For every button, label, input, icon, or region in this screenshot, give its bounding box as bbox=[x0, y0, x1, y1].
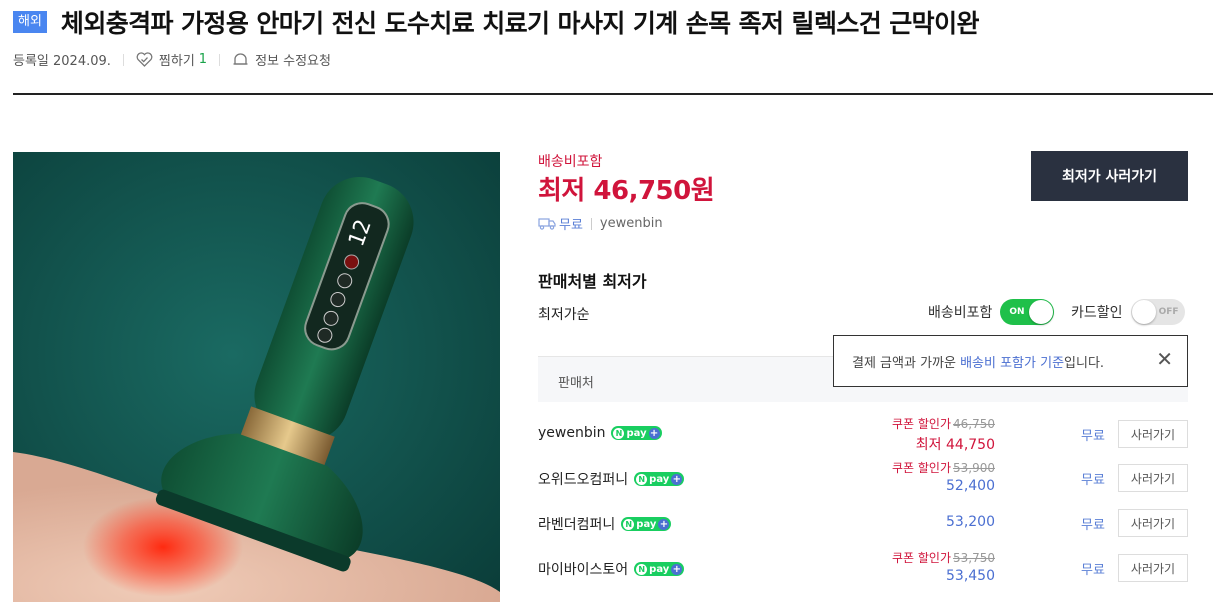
shipping-toggle-label: 배송비포함 bbox=[928, 305, 993, 321]
npay-badge: Npay + bbox=[634, 562, 685, 576]
seller-name[interactable]: 라벤더컴퍼니 bbox=[538, 514, 615, 534]
report-button[interactable]: 정보 수정요청 bbox=[232, 50, 331, 69]
seller-row: 라벤더컴퍼니 Npay + 53,200 무료 사러가기 bbox=[538, 503, 1188, 543]
truck-icon bbox=[538, 218, 556, 230]
seller-name[interactable]: yewenbin bbox=[538, 425, 605, 441]
seller-row: yewenbin Npay + 쿠폰 할인가 46,750 최저 44,750 무료… bbox=[538, 414, 1188, 454]
shipping-toggle[interactable]: ON bbox=[1000, 299, 1055, 325]
meta-row: 등록일 2024.09. 찜하기 1 정보 수정요청 bbox=[13, 50, 331, 69]
lowest-price: 최저 46,750원 bbox=[538, 176, 715, 206]
main-seller[interactable]: yewenbin bbox=[600, 216, 663, 231]
heart-check-icon bbox=[136, 52, 153, 67]
naver-n-icon: N bbox=[636, 473, 648, 485]
divider bbox=[590, 217, 592, 230]
coupon-price: 쿠폰 할인가 46,750 bbox=[892, 415, 995, 432]
card-toggle-group: 카드할인 OFF bbox=[1071, 299, 1185, 325]
report-label: 정보 수정요청 bbox=[255, 54, 331, 69]
naver-n-icon: N bbox=[623, 518, 635, 530]
seller-cell: 오위드오컴퍼니 Npay + bbox=[538, 469, 685, 489]
npay-badge: Npay + bbox=[621, 517, 672, 531]
row-price: 53,450 bbox=[946, 568, 995, 584]
shipping-fee: 무료 bbox=[559, 218, 583, 233]
toggle-knob bbox=[1131, 300, 1156, 324]
sellers-section-title: 판매처별 최저가 bbox=[538, 272, 647, 291]
product-photo: 12 bbox=[13, 152, 500, 602]
shipping-tooltip: 결제 금액과 가까운 배송비 포함가 기준입니다. ✕ bbox=[833, 335, 1188, 387]
shipping-included-label: 배송비포함 bbox=[538, 154, 603, 170]
buy-lowest-button[interactable]: 최저가 사러가기 bbox=[1031, 151, 1188, 201]
seller-cell: yewenbin Npay + bbox=[538, 425, 662, 441]
npay-label: pay bbox=[649, 473, 670, 485]
card-toggle-label: 카드할인 bbox=[1071, 305, 1123, 321]
buy-button[interactable]: 사러가기 bbox=[1118, 420, 1188, 448]
bell-icon bbox=[233, 53, 248, 65]
seller-cell: 마이바이스토어 Npay + bbox=[538, 559, 685, 579]
close-icon[interactable]: ✕ bbox=[1156, 349, 1173, 369]
buy-button[interactable]: 사러가기 bbox=[1118, 509, 1188, 537]
coupon-label: 쿠폰 할인가 bbox=[891, 551, 951, 565]
overseas-badge: 해외 bbox=[13, 11, 47, 33]
buy-button[interactable]: 사러가기 bbox=[1118, 554, 1188, 582]
seller-name[interactable]: 마이바이스토어 bbox=[538, 559, 628, 579]
product-title: 체외충격파 가정용 안마기 전신 도수치료 치료기 마사지 기계 손목 족저 릴… bbox=[60, 9, 980, 38]
zzim-button[interactable]: 찜하기 1 bbox=[136, 50, 207, 69]
toggle-state: OFF bbox=[1158, 307, 1179, 317]
divider bbox=[219, 53, 221, 66]
card-toggle[interactable]: OFF bbox=[1130, 299, 1185, 325]
seller-row: 마이바이스토어 Npay + 쿠폰 할인가 53,750 53,450 무료 사러가… bbox=[538, 548, 1188, 588]
tooltip-suffix: 입니다. bbox=[1064, 356, 1105, 371]
plus-icon: + bbox=[648, 427, 660, 439]
toggle-knob bbox=[1029, 300, 1054, 324]
seller-name[interactable]: 오위드오컴퍼니 bbox=[538, 469, 628, 489]
buy-button[interactable]: 사러가기 bbox=[1118, 464, 1188, 492]
row-shipping: 무료 bbox=[1081, 518, 1105, 533]
tooltip-prefix: 결제 금액과 가까운 bbox=[852, 356, 961, 371]
coupon-label: 쿠폰 할인가 bbox=[891, 417, 951, 431]
npay-badge: Npay + bbox=[611, 426, 662, 440]
row-shipping: 무료 bbox=[1081, 563, 1105, 578]
plus-icon: + bbox=[671, 563, 683, 575]
npay-label: pay bbox=[636, 518, 657, 530]
plus-icon: + bbox=[658, 518, 670, 530]
original-price: 46,750 bbox=[953, 417, 995, 431]
row-shipping: 무료 bbox=[1081, 473, 1105, 488]
toggle-state: ON bbox=[1009, 307, 1025, 317]
title-row: 해외 체외충격파 가정용 안마기 전신 도수치료 치료기 마사지 기계 손목 족… bbox=[13, 4, 979, 40]
seller-row: 오위드오컴퍼니 Npay + 쿠폰 할인가 53,900 52,400 무료 사러가… bbox=[538, 458, 1188, 498]
header-divider bbox=[13, 93, 1213, 95]
npay-label: pay bbox=[626, 427, 647, 439]
coupon-price: 쿠폰 할인가 53,750 bbox=[892, 549, 995, 566]
registered-date: 등록일 2024.09. bbox=[13, 54, 111, 69]
product-image[interactable]: 12 bbox=[13, 152, 500, 602]
column-header-seller: 판매처 bbox=[558, 376, 594, 391]
row-price: 최저 44,750 bbox=[915, 437, 995, 453]
npay-label: pay bbox=[649, 563, 670, 575]
naver-n-icon: N bbox=[613, 427, 625, 439]
original-price: 53,900 bbox=[953, 461, 995, 475]
row-shipping: 무료 bbox=[1081, 429, 1105, 444]
coupon-label: 쿠폰 할인가 bbox=[891, 461, 951, 475]
tooltip-highlight: 배송비 포함가 기준 bbox=[960, 356, 1065, 371]
row-price: 52,400 bbox=[946, 478, 995, 494]
sort-option[interactable]: 최저가순 bbox=[538, 304, 590, 324]
coupon-price: 쿠폰 할인가 53,900 bbox=[892, 459, 995, 476]
zzim-count: 1 bbox=[198, 52, 208, 67]
seller-cell: 라벤더컴퍼니 Npay + bbox=[538, 514, 672, 534]
zzim-label: 찜하기 bbox=[158, 54, 195, 69]
row-price: 53,200 bbox=[946, 514, 995, 530]
shipping-toggle-group: 배송비포함 ON bbox=[928, 299, 1055, 325]
naver-n-icon: N bbox=[636, 563, 648, 575]
npay-badge: Npay + bbox=[634, 472, 685, 486]
original-price: 53,750 bbox=[953, 551, 995, 565]
plus-icon: + bbox=[671, 473, 683, 485]
shipping-row: 무료 yewenbin bbox=[538, 214, 663, 233]
divider bbox=[122, 53, 124, 66]
